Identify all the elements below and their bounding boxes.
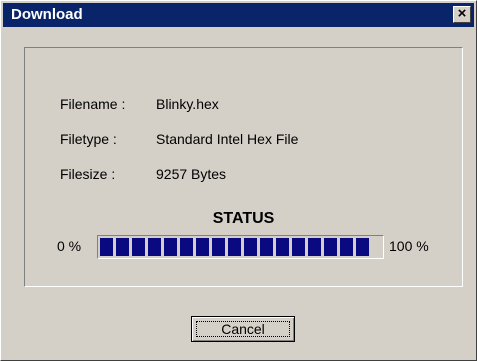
progress-max-label: 100 % [389,238,429,254]
progress-bar [97,235,384,259]
filesize-label: Filesize : [60,166,116,182]
close-button[interactable]: × [453,6,471,23]
filename-value: Blinky.hex [156,96,219,112]
status-heading: STATUS [212,210,275,227]
download-dialog: Download × Filename : Blinky.hex Filetyp… [0,0,477,361]
progress-fill [100,238,369,256]
download-info-panel: Filename : Blinky.hex Filetype : Standar… [24,47,463,287]
filename-label: Filename : [60,96,126,112]
filetype-value: Standard Intel Hex File [156,131,299,147]
cancel-button[interactable]: Cancel [191,316,295,342]
filesize-value: 9257 Bytes [156,166,227,182]
window-title: Download [11,6,83,23]
cancel-button-label: Cancel [221,321,265,337]
progress-min-label: 0 % [57,238,82,254]
filetype-label: Filetype : [60,131,117,147]
close-icon: × [457,5,467,22]
title-bar[interactable]: Download × [3,3,474,27]
